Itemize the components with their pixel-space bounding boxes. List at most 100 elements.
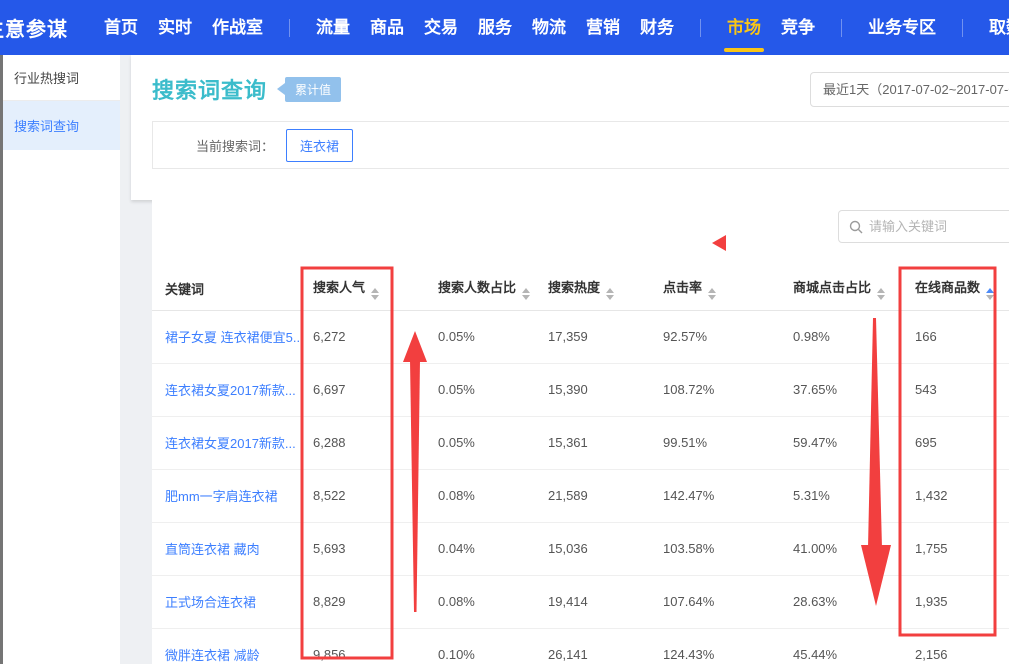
nav-divider — [700, 19, 701, 37]
search-icon — [849, 220, 863, 234]
keyword-link[interactable]: 直筒连衣裙 藏肉 — [152, 522, 310, 575]
top-nav-items: 首页实时作战室流量商品交易服务物流营销财务市场竞争业务专区取数 — [94, 0, 1009, 55]
badge-arrow-icon — [277, 83, 285, 95]
page-header-section: 搜索词查询 累计值 最近1天（2017-07-02~2017-07-02） 当前… — [131, 55, 1009, 200]
column-label: 搜索热度 — [548, 280, 600, 295]
nav-item-商品[interactable]: 商品 — [360, 0, 414, 55]
column-header-在线商品数[interactable]: 在线商品数 — [912, 268, 1009, 310]
cell-搜索人数占比: 0.08% — [435, 469, 545, 522]
column-label: 关键词 — [165, 282, 204, 297]
cell-搜索人气: 6,272 — [310, 310, 435, 363]
sort-desc-icon — [522, 295, 530, 300]
nav-item-首页[interactable]: 首页 — [94, 0, 148, 55]
nav-item-取数[interactable]: 取数 — [979, 0, 1009, 55]
sort-desc-icon — [606, 295, 614, 300]
cell-搜索人气: 9,856 — [310, 628, 435, 664]
nav-item-营销[interactable]: 营销 — [576, 0, 630, 55]
cell-商城点击占比: 45.44% — [790, 628, 912, 664]
table-card: 关键词 搜索人气搜索人数占比 搜索热度 点击率 商城点击占比 在线商品数 裙子女夏 连衣裙… — [152, 200, 1009, 664]
column-header-搜索人气[interactable]: 搜索人气 — [310, 268, 435, 310]
cell-点击率: 107.64% — [660, 575, 790, 628]
cell-点击率: 124.43% — [660, 628, 790, 664]
app-logo: 生意参谋 — [0, 13, 68, 42]
sort-asc-icon — [708, 288, 716, 293]
cell-商城点击占比: 37.65% — [790, 363, 912, 416]
column-label: 搜索人数占比 — [438, 280, 516, 295]
top-nav: 生意参谋 首页实时作战室流量商品交易服务物流营销财务市场竞争业务专区取数 — [0, 0, 1009, 55]
table-row: 连衣裙女夏2017新款...6,2880.05%15,36199.51%59.4… — [152, 416, 1009, 469]
cell-在线商品数: 1,935 — [912, 575, 1009, 628]
cell-商城点击占比: 41.00% — [790, 522, 912, 575]
sort-icon — [371, 288, 379, 300]
cell-商城点击占比: 5.31% — [790, 469, 912, 522]
table-row: 直筒连衣裙 藏肉5,6930.04%15,036103.58%41.00%1,7… — [152, 522, 1009, 575]
cell-搜索热度: 26,141 — [545, 628, 660, 664]
cell-搜索热度: 17,359 — [545, 310, 660, 363]
cell-搜索人数占比: 0.05% — [435, 416, 545, 469]
current-search-label: 当前搜索词： — [196, 136, 274, 155]
column-header-点击率[interactable]: 点击率 — [660, 268, 790, 310]
keyword-search-box[interactable] — [838, 210, 1009, 243]
cell-点击率: 142.47% — [660, 469, 790, 522]
cell-在线商品数: 695 — [912, 416, 1009, 469]
sidebar-item-搜索词查询[interactable]: 搜索词查询 — [3, 101, 120, 150]
sort-asc-icon — [877, 288, 885, 293]
cell-商城点击占比: 59.47% — [790, 416, 912, 469]
sort-asc-icon — [522, 288, 530, 293]
column-label: 商城点击占比 — [793, 280, 871, 295]
nav-item-流量[interactable]: 流量 — [306, 0, 360, 55]
nav-item-物流[interactable]: 物流 — [522, 0, 576, 55]
sort-asc-icon — [986, 288, 994, 293]
nav-item-实时[interactable]: 实时 — [148, 0, 202, 55]
nav-item-服务[interactable]: 服务 — [468, 0, 522, 55]
table-header-row: 关键词 搜索人气搜索人数占比 搜索热度 点击率 商城点击占比 在线商品数 — [152, 268, 1009, 310]
cell-搜索人数占比: 0.05% — [435, 310, 545, 363]
sort-icon — [522, 288, 530, 300]
current-keyword-chip[interactable]: 连衣裙 — [286, 129, 353, 162]
cell-搜索热度: 19,414 — [545, 575, 660, 628]
cell-搜索热度: 15,036 — [545, 522, 660, 575]
cell-搜索热度: 15,390 — [545, 363, 660, 416]
keyword-link[interactable]: 裙子女夏 连衣裙便宜5... — [152, 310, 310, 363]
keyword-link[interactable]: 正式场合连衣裙 — [152, 575, 310, 628]
column-header-商城点击占比[interactable]: 商城点击占比 — [790, 268, 912, 310]
column-header-搜索热度[interactable]: 搜索热度 — [545, 268, 660, 310]
keyword-link[interactable]: 肥mm一字肩连衣裙 — [152, 469, 310, 522]
badge-wrap: 累计值 — [277, 77, 341, 102]
sidebar: 行业热搜词搜索词查询 — [3, 55, 120, 664]
cell-在线商品数: 1,432 — [912, 469, 1009, 522]
cumulative-badge: 累计值 — [285, 77, 341, 102]
cell-商城点击占比: 0.98% — [790, 310, 912, 363]
sort-icon — [708, 288, 716, 300]
keyword-search-input[interactable] — [869, 219, 1009, 234]
column-label: 点击率 — [663, 280, 702, 295]
sort-desc-icon — [877, 295, 885, 300]
keyword-link[interactable]: 微胖连衣裙 减龄 — [152, 628, 310, 664]
search-terms-table: 关键词 搜索人气搜索人数占比 搜索热度 点击率 商城点击占比 在线商品数 裙子女夏 连衣裙… — [152, 268, 1009, 664]
sort-icon — [986, 288, 994, 300]
nav-item-作战室[interactable]: 作战室 — [202, 0, 273, 55]
nav-item-市场[interactable]: 市场 — [717, 0, 771, 55]
date-range-picker[interactable]: 最近1天（2017-07-02~2017-07-02） — [810, 72, 1009, 107]
keyword-link[interactable]: 连衣裙女夏2017新款... — [152, 416, 310, 469]
cell-搜索人气: 8,829 — [310, 575, 435, 628]
cell-搜索热度: 15,361 — [545, 416, 660, 469]
sidebar-item-行业热搜词[interactable]: 行业热搜词 — [3, 55, 120, 101]
cell-点击率: 103.58% — [660, 522, 790, 575]
cell-在线商品数: 543 — [912, 363, 1009, 416]
keyword-link[interactable]: 连衣裙女夏2017新款... — [152, 363, 310, 416]
nav-divider — [841, 19, 842, 37]
column-header-搜索人数占比[interactable]: 搜索人数占比 — [435, 268, 545, 310]
cell-在线商品数: 166 — [912, 310, 1009, 363]
nav-item-交易[interactable]: 交易 — [414, 0, 468, 55]
nav-item-竞争[interactable]: 竞争 — [771, 0, 825, 55]
nav-divider — [962, 19, 963, 37]
cell-搜索人数占比: 0.05% — [435, 363, 545, 416]
sort-desc-icon — [708, 295, 716, 300]
cell-点击率: 99.51% — [660, 416, 790, 469]
nav-item-财务[interactable]: 财务 — [630, 0, 684, 55]
cell-搜索人数占比: 0.04% — [435, 522, 545, 575]
nav-divider — [289, 19, 290, 37]
table-row: 裙子女夏 连衣裙便宜5...6,2720.05%17,35992.57%0.98… — [152, 310, 1009, 363]
nav-item-业务专区[interactable]: 业务专区 — [858, 0, 946, 55]
